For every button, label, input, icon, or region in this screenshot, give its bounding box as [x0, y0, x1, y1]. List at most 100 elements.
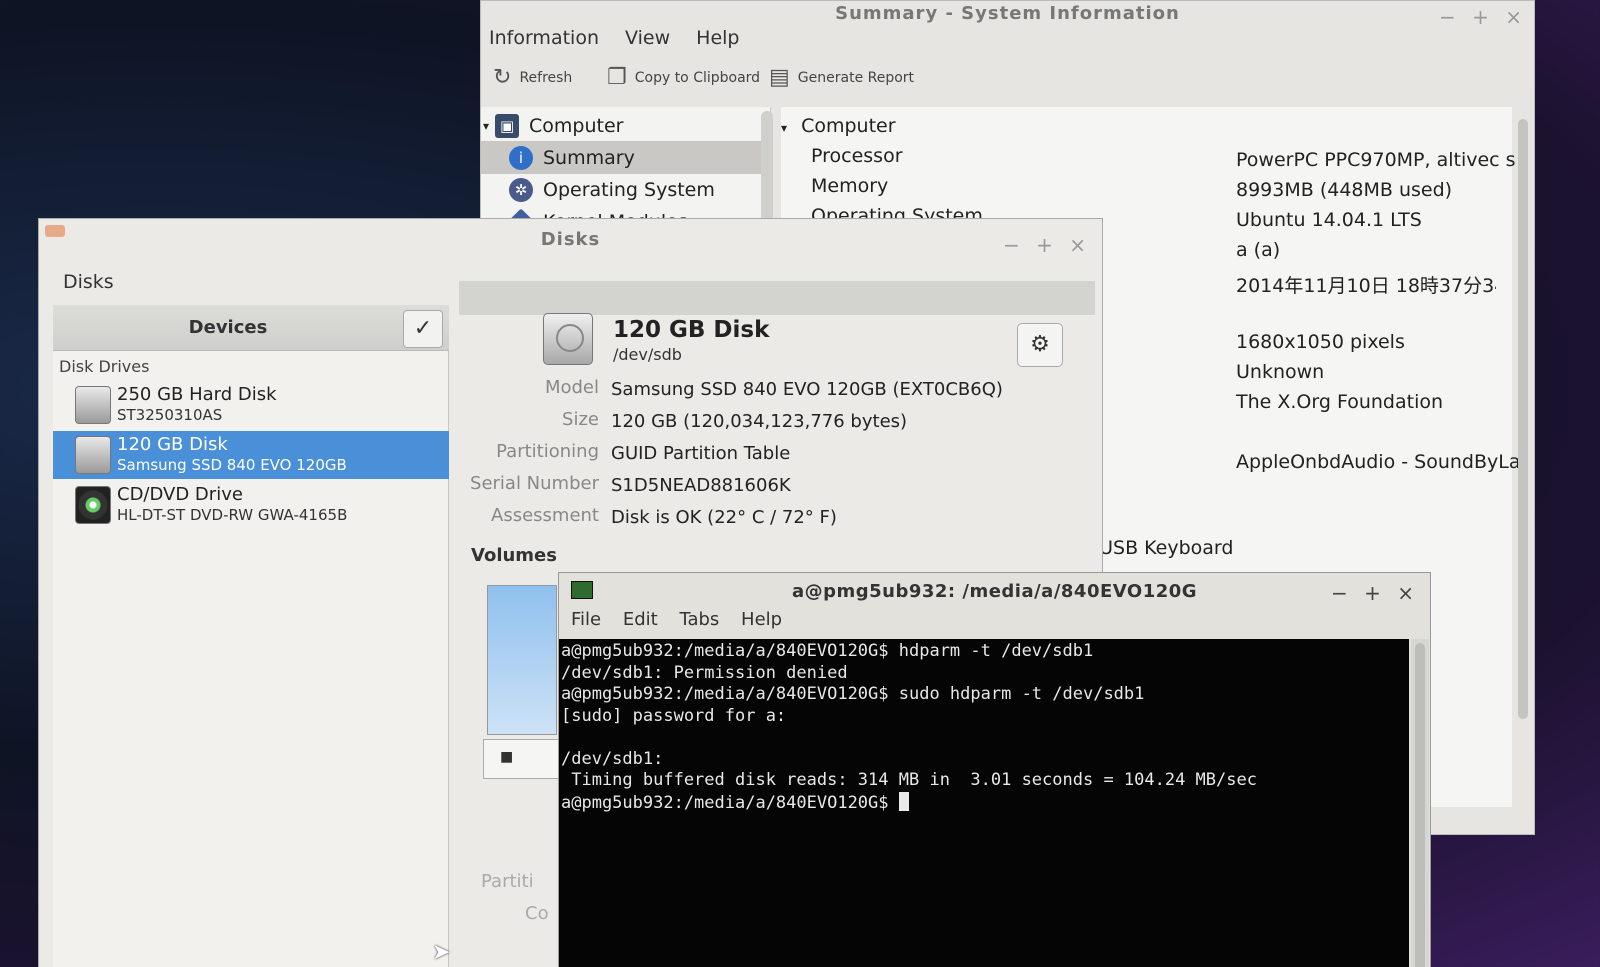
optical-drive-icon — [75, 486, 111, 524]
generate-report-button[interactable]: ▤ Generate Report — [769, 65, 914, 90]
terminal-prompt-line: a@pmg5ub932:/media/a/840EVO120G$ — [561, 791, 1409, 815]
clipboard-icon: ❐ — [607, 65, 627, 90]
detail-value-unknown: Unknown — [1236, 361, 1325, 383]
contents-label: Co — [525, 903, 549, 924]
terminal-line: a@pmg5ub932:/media/a/840EVO120G$ sudo hd… — [561, 684, 1145, 704]
computer-icon: ▣ — [495, 113, 520, 138]
maximize-icon[interactable]: + — [1472, 5, 1489, 29]
detail-value-resolution: 1680x1050 pixels — [1236, 331, 1405, 353]
devices-pane: Devices ✓ Disk Drives 250 GB Hard Disk S… — [53, 305, 449, 967]
disk-title: 120 GB Disk — [613, 317, 770, 343]
terminal-line: Timing buffered disk reads: 314 MB in 3.… — [561, 770, 1257, 790]
detail-value-user: a (a) — [1236, 239, 1281, 261]
window-controls: − + × — [1429, 5, 1522, 29]
detail-label-processor: Processor — [811, 145, 903, 167]
prop-label-partitioning: Partitioning — [496, 441, 599, 462]
detail-scrollbar[interactable] — [1518, 119, 1528, 719]
detail-value-date: 2014年11月10日 18時37分34秒 — [1236, 275, 1496, 297]
drive-model: Samsung SSD 840 EVO 120GB — [117, 456, 347, 474]
disk-icon — [543, 313, 593, 365]
window-controls: − + × — [1321, 581, 1414, 605]
minimize-icon[interactable]: − — [1331, 581, 1348, 605]
menu-file[interactable]: File — [571, 609, 601, 630]
devices-label: Devices — [188, 317, 268, 338]
check-icon[interactable]: ✓ — [403, 310, 443, 348]
terminal-output[interactable]: a@pmg5ub932:/media/a/840EVO120G$ hdparm … — [559, 639, 1409, 967]
gear-icon: ✲ — [509, 177, 533, 202]
drive-item-120gb[interactable]: 120 GB Disk Samsung SSD 840 EVO 120GB — [53, 431, 449, 479]
detail-value-processor: PowerPC PPC970MP, altivec s — [1236, 149, 1516, 171]
prop-value-assessment: Disk is OK (22° C / 72° F) — [611, 507, 837, 528]
volumes-heading: Volumes — [471, 545, 557, 566]
tree-label: Computer — [529, 114, 624, 137]
info-icon: i — [509, 145, 533, 170]
maximize-icon[interactable]: + — [1036, 233, 1053, 257]
menu-information[interactable]: Information — [489, 27, 599, 49]
menu-help[interactable]: Help — [741, 609, 782, 630]
drive-name: CD/DVD Drive — [117, 484, 243, 505]
menu-view[interactable]: View — [625, 27, 670, 49]
detail-label-memory: Memory — [811, 175, 889, 197]
gear-icon[interactable]: ⚙ — [1017, 323, 1063, 367]
terminal-line: a@pmg5ub932:/media/a/840EVO120G$ hdparm … — [561, 641, 1094, 661]
drive-model: HL-DT-ST DVD-RW GWA-4165B — [117, 506, 348, 524]
prop-value-model: Samsung SSD 840 EVO 120GB (EXT0CB6Q) — [611, 379, 1003, 400]
close-icon[interactable]: × — [1397, 581, 1414, 605]
drive-item-250gb[interactable]: 250 GB Hard Disk ST3250310AS — [53, 381, 449, 429]
report-label: Generate Report — [797, 69, 915, 86]
maximize-icon[interactable]: + — [1364, 581, 1381, 605]
drive-item-cd-dvd[interactable]: CD/DVD Drive HL-DT-ST DVD-RW GWA-4165B — [53, 481, 449, 529]
sidebar-scrollbar[interactable] — [761, 111, 773, 231]
hard-disk-icon — [75, 436, 111, 474]
detail-value-os: Ubuntu 14.04.1 LTS — [1236, 209, 1422, 231]
window-title: a@pmg5ub932: /media/a/840EVO120G — [791, 581, 1198, 602]
app-heading: Disks — [63, 271, 114, 293]
prop-value-size: 120 GB (120,034,123,776 bytes) — [611, 411, 908, 432]
drive-name: 250 GB Hard Disk — [117, 384, 277, 405]
hard-disk-icon — [75, 386, 111, 424]
disk-device-path: /dev/sdb — [613, 345, 682, 364]
expander-icon: ▾ — [781, 121, 788, 135]
copy-label: Copy to Clipboard — [634, 69, 761, 86]
detail-value-xorg: The X.Org Foundation — [1236, 391, 1444, 413]
refresh-button[interactable]: ↻ Refresh — [493, 65, 572, 90]
report-icon: ▤ — [769, 65, 790, 90]
window-controls: − + × — [993, 233, 1086, 257]
menu-edit[interactable]: Edit — [623, 609, 658, 630]
tree-item-operating-system[interactable]: ✲ Operating System — [481, 173, 761, 206]
menu-tabs[interactable]: Tabs — [679, 609, 719, 630]
copy-to-clipboard-button[interactable]: ❐ Copy to Clipboard — [607, 65, 760, 90]
terminal-window: a@pmg5ub932: /media/a/840EVO120G − + × F… — [558, 572, 1431, 967]
drive-name: 120 GB Disk — [117, 434, 228, 455]
expander-icon: ▾ — [483, 118, 490, 133]
minimize-icon[interactable]: − — [1003, 233, 1020, 257]
refresh-label: Refresh — [519, 69, 573, 86]
window-title: Summary - System Information — [835, 3, 1180, 24]
tree-item-computer[interactable]: ▾ ▣ Computer — [481, 109, 761, 142]
detail-value-memory: 8993MB (448MB used) — [1236, 179, 1453, 201]
stop-icon[interactable]: ■ — [500, 749, 513, 765]
tree-label: Operating System — [543, 178, 715, 201]
prop-label-size: Size — [562, 409, 599, 430]
terminal-scrollbar[interactable] — [1411, 639, 1429, 967]
tree-item-summary[interactable]: i Summary — [481, 141, 761, 174]
volume-partition-bar[interactable] — [487, 585, 557, 735]
tree-label: Summary — [543, 146, 635, 169]
prop-label-assessment: Assessment — [491, 505, 599, 526]
terminal-line: /dev/sdb1: — [561, 748, 664, 769]
minimize-icon[interactable]: − — [1439, 5, 1456, 29]
close-icon[interactable]: × — [1505, 5, 1522, 29]
menu-help[interactable]: Help — [696, 27, 739, 49]
window-title: Disks — [540, 229, 601, 250]
section-header: ▾ Computer — [781, 115, 896, 137]
prop-value-partitioning: GUID Partition Table — [611, 443, 791, 464]
close-icon[interactable]: × — [1069, 233, 1086, 257]
devices-header: Devices ✓ — [53, 305, 449, 351]
refresh-icon: ↻ — [493, 65, 512, 90]
prop-value-serial: S1D5NEAD881606K — [611, 475, 791, 496]
mouse-pointer-icon: ➤ — [432, 940, 451, 965]
partition-label: Partiti — [481, 871, 534, 892]
volume-actions: ■ — [483, 739, 563, 779]
menubar: File Edit Tabs Help — [571, 609, 798, 630]
